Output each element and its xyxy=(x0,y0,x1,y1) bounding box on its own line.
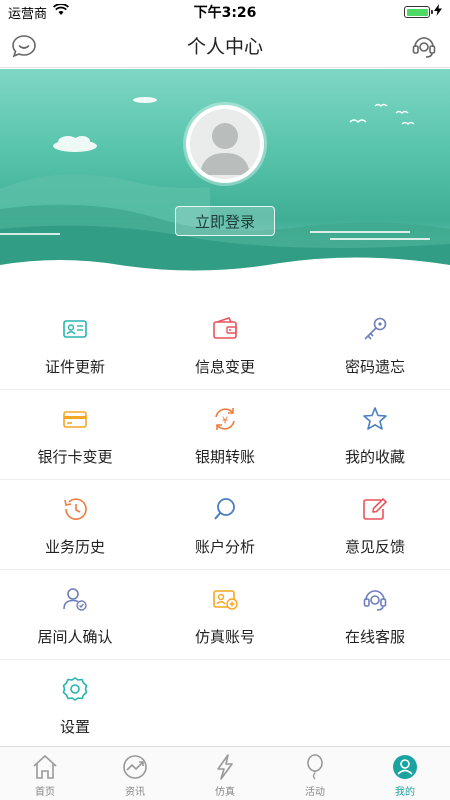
page-title: 个人中心 xyxy=(186,36,263,58)
menu-item-label: 银行卡变更 xyxy=(37,447,113,466)
battery-icon xyxy=(404,6,433,18)
wifi-icon xyxy=(52,3,70,20)
carrier-label: 运营商 xyxy=(8,6,48,22)
login-button[interactable]: 立即登录 xyxy=(175,206,275,236)
wallet-icon xyxy=(210,314,240,344)
menu-item-label: 居间人确认 xyxy=(37,627,113,646)
menu-item-password-forgot[interactable]: 密码遗忘 xyxy=(300,300,450,390)
menu-item-label: 银期转账 xyxy=(194,447,255,466)
tab-label: 仿真 xyxy=(215,787,235,798)
status-right xyxy=(404,4,442,20)
status-left: 运营商 xyxy=(8,3,70,22)
menu-item-broker-confirm[interactable]: 居间人确认 xyxy=(0,570,150,660)
charging-icon xyxy=(434,4,442,20)
lightning-icon xyxy=(211,753,239,781)
menu-row: 设置 xyxy=(0,660,450,750)
svg-text:¥: ¥ xyxy=(222,415,228,426)
menu-item-label: 仿真账号 xyxy=(194,627,255,646)
menu-item-bank-card-change[interactable]: 银行卡变更 xyxy=(0,390,150,480)
menu-item-account-analysis[interactable]: 账户分析 xyxy=(150,480,300,570)
id-card-icon xyxy=(60,314,90,344)
edit-icon xyxy=(360,494,390,524)
tab-label: 资讯 xyxy=(125,787,145,798)
menu-row: 业务历史 账户分析 意见反馈 xyxy=(0,480,450,570)
tab-label: 首页 xyxy=(35,787,55,798)
sim-account-icon xyxy=(210,584,240,614)
headset-icon[interactable] xyxy=(410,32,438,60)
menu-item-sim-account[interactable]: 仿真账号 xyxy=(150,570,300,660)
bank-card-icon xyxy=(60,404,90,434)
tab-activity[interactable]: 活动 xyxy=(270,747,360,800)
nav-bar: 个人中心 xyxy=(0,24,450,68)
menu-item-label: 在线客服 xyxy=(344,627,405,646)
tab-home[interactable]: 首页 xyxy=(0,747,90,800)
tab-label: 我的 xyxy=(395,787,415,798)
home-icon xyxy=(31,753,59,781)
star-icon xyxy=(360,404,390,434)
key-icon xyxy=(360,314,390,344)
menu-item-business-history[interactable]: 业务历史 xyxy=(0,480,150,570)
yen-transfer-icon: ¥ xyxy=(210,404,240,434)
profile-banner: 立即登录 xyxy=(0,69,450,284)
tab-simulation[interactable]: 仿真 xyxy=(180,747,270,800)
menu-grid: 证件更新 信息变更 密码遗忘 银行卡变更 ¥ 银期转账 我的收藏 业务历史 账户… xyxy=(0,300,450,750)
menu-item-label: 证件更新 xyxy=(44,357,105,376)
chat-smile-icon[interactable] xyxy=(10,32,38,60)
default-avatar-icon xyxy=(200,123,250,175)
menu-item-label: 业务历史 xyxy=(44,537,105,556)
menu-row: 证件更新 信息变更 密码遗忘 xyxy=(0,300,450,390)
person-check-icon xyxy=(60,584,90,614)
avatar[interactable] xyxy=(186,105,264,183)
menu-item-info-change[interactable]: 信息变更 xyxy=(150,300,300,390)
tab-mine[interactable]: 我的 xyxy=(360,747,450,800)
menu-item-label: 信息变更 xyxy=(194,357,255,376)
history-icon xyxy=(60,494,90,524)
menu-item-label: 密码遗忘 xyxy=(344,357,405,376)
menu-item-feedback[interactable]: 意见反馈 xyxy=(300,480,450,570)
tab-label: 活动 xyxy=(305,787,325,798)
profile-icon xyxy=(391,753,419,781)
menu-item-settings[interactable]: 设置 xyxy=(0,660,150,750)
menu-item-label: 我的收藏 xyxy=(344,447,405,466)
headset-icon xyxy=(360,584,390,614)
menu-item-label: 意见反馈 xyxy=(344,537,405,556)
menu-row: 居间人确认 仿真账号 在线客服 xyxy=(0,570,450,660)
news-chart-icon xyxy=(121,753,149,781)
menu-item-favorites[interactable]: 我的收藏 xyxy=(300,390,450,480)
menu-row: 银行卡变更 ¥ 银期转账 我的收藏 xyxy=(0,390,450,480)
status-bar: 运营商 下午3:26 xyxy=(0,0,450,24)
magnifier-icon xyxy=(210,494,240,524)
menu-item-label: 设置 xyxy=(59,717,90,736)
menu-item-label: 账户分析 xyxy=(194,537,255,556)
menu-item-id-update[interactable]: 证件更新 xyxy=(0,300,150,390)
menu-item-online-support[interactable]: 在线客服 xyxy=(300,570,450,660)
tab-bar: 首页 资讯 仿真 活动 我的 xyxy=(0,746,450,800)
balloon-icon xyxy=(301,753,329,781)
gear-icon xyxy=(60,674,90,704)
tab-news[interactable]: 资讯 xyxy=(90,747,180,800)
menu-item-bank-futures-transfer[interactable]: ¥ 银期转账 xyxy=(150,390,300,480)
